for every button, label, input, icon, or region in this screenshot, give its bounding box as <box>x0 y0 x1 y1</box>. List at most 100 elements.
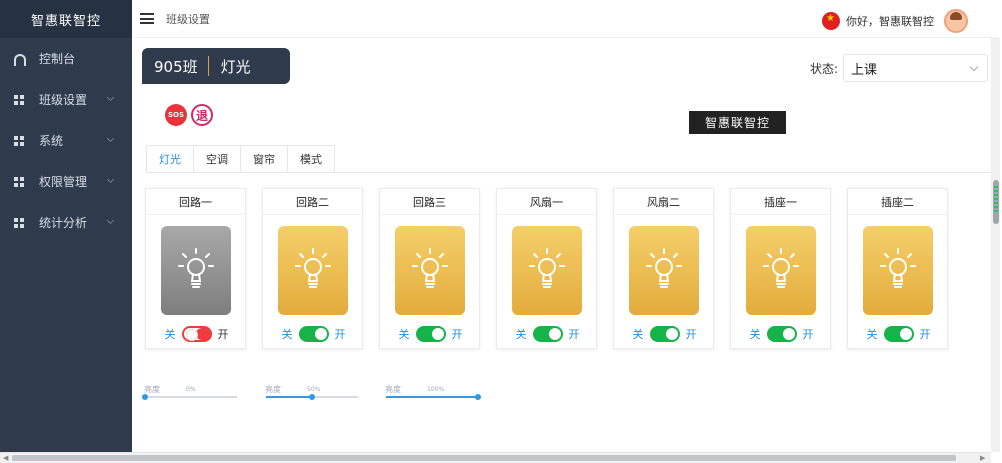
app-logo: 智惠联智控 <box>0 0 132 38</box>
switch-row: 关 开 <box>731 326 832 342</box>
device-card: 风扇二 关 开 <box>613 188 714 349</box>
chevron-down-icon <box>106 216 115 225</box>
switch-on-label: 开 <box>685 328 697 341</box>
switch-off-label: 关 <box>749 328 761 341</box>
switch-on-label: 开 <box>919 328 931 341</box>
grid-icon <box>14 176 26 188</box>
chevron-down-icon <box>106 93 115 102</box>
device-name: 回路一 <box>146 189 245 215</box>
tab-aircon[interactable]: 空调 <box>194 145 241 173</box>
lightbulb-icon[interactable] <box>746 226 816 315</box>
device-card: 回路二 关 开 <box>262 188 363 349</box>
power-switch[interactable] <box>298 326 329 342</box>
slider-track[interactable] <box>386 394 481 400</box>
switch-on-label: 开 <box>802 328 814 341</box>
chevron-down-icon <box>106 134 115 143</box>
sidebar-item-permissions[interactable]: 权限管理 <box>0 161 132 202</box>
status-select[interactable]: 上课 <box>843 54 988 82</box>
breadcrumb: 班级设置 <box>166 12 210 26</box>
slider-track[interactable] <box>142 394 237 400</box>
lightbulb-icon[interactable] <box>863 226 933 315</box>
power-switch[interactable] <box>181 326 212 342</box>
switch-on-label: 开 <box>334 328 346 341</box>
scrollbar-thumb[interactable] <box>993 180 999 224</box>
sidebar-item-label: 统计分析 <box>39 216 88 230</box>
switch-row: 关 开 <box>380 326 481 342</box>
switch-row: 关 开 <box>848 326 949 342</box>
tab-lights[interactable]: 灯光 <box>146 145 194 173</box>
tab-curtains[interactable]: 窗帘 <box>241 145 288 173</box>
user-info[interactable]: 你好，智惠联智控 <box>822 9 968 33</box>
device-name: 插座一 <box>731 189 830 215</box>
switch-on-label: 开 <box>451 328 463 341</box>
sidebar-item-class-settings[interactable]: 班级设置 <box>0 79 132 120</box>
switch-off-label: 关 <box>866 328 878 341</box>
slider-fill <box>386 396 478 398</box>
vertical-scrollbar[interactable] <box>991 38 1000 452</box>
switch-off-label: 关 <box>164 328 176 341</box>
switch-row: 关 开 <box>146 326 247 342</box>
status-label: 状态: <box>810 62 839 76</box>
device-card: 插座一 关 开 <box>730 188 831 349</box>
room-tag: 905班 灯光 <box>142 48 290 84</box>
slider-track[interactable] <box>266 394 358 400</box>
sos-button[interactable]: SOS <box>165 104 187 126</box>
horizontal-scrollbar[interactable]: ◀ ▶ <box>0 452 991 463</box>
scroll-left-icon[interactable]: ◀ <box>3 454 8 462</box>
device-cards: 回路一 关 开 回路二 关 开 回路三 关 开 风扇一 关 开 风扇二 关 开 … <box>145 188 995 349</box>
power-switch[interactable] <box>532 326 563 342</box>
sidebar-item-system[interactable]: 系统 <box>0 120 132 161</box>
tooltip: 智惠联智控 <box>689 111 786 134</box>
sidebar: 智惠联智控 控制台 班级设置 系统 权限管理 统计分析 <box>0 0 132 452</box>
slider-handle[interactable] <box>309 394 315 400</box>
switch-off-label: 关 <box>515 328 527 341</box>
sidebar-item-label: 权限管理 <box>39 175 88 189</box>
grid-icon <box>14 217 26 229</box>
power-switch[interactable] <box>883 326 914 342</box>
tab-modes[interactable]: 模式 <box>288 145 335 173</box>
lightbulb-icon[interactable] <box>395 226 465 315</box>
switch-off-label: 关 <box>281 328 293 341</box>
menu-toggle-icon[interactable] <box>140 13 154 24</box>
slider-label: 亮度 <box>385 385 401 394</box>
slider-handle[interactable] <box>475 394 481 400</box>
switch-on-label: 开 <box>568 328 580 341</box>
power-switch[interactable] <box>415 326 446 342</box>
lightbulb-icon[interactable] <box>161 226 231 315</box>
slider-label: 亮度 <box>265 385 281 394</box>
power-switch[interactable] <box>649 326 680 342</box>
device-card: 风扇一 关 开 <box>496 188 597 349</box>
tab-bar: 灯光 空调 窗帘 模式 <box>146 145 335 173</box>
device-name: 插座二 <box>848 189 947 215</box>
avatar[interactable] <box>944 9 968 33</box>
slider-handle[interactable] <box>142 394 148 400</box>
grid-icon <box>14 135 26 147</box>
lightbulb-icon[interactable] <box>278 226 348 315</box>
lightbulb-icon[interactable] <box>629 226 699 315</box>
switch-off-label: 关 <box>398 328 410 341</box>
exit-button[interactable]: 退 <box>191 104 213 126</box>
sidebar-item-label: 班级设置 <box>39 93 88 107</box>
dashboard-icon <box>14 53 26 66</box>
sidebar-item-label: 控制台 <box>39 52 76 66</box>
power-switch[interactable] <box>766 326 797 342</box>
sidebar-item-statistics[interactable]: 统计分析 <box>0 202 132 243</box>
brightness-slider[interactable]: 亮度 100% <box>385 384 481 404</box>
slider-fill <box>266 396 312 398</box>
sidebar-item-label: 系统 <box>39 134 64 148</box>
user-greeting: 你好，智惠联智控 <box>846 15 934 28</box>
sidebar-item-dashboard[interactable]: 控制台 <box>0 38 132 79</box>
brightness-slider[interactable]: 亮度 50% <box>265 384 360 404</box>
class-name: 905班 <box>154 57 198 76</box>
slider-value: 0% <box>186 386 196 393</box>
brightness-slider[interactable]: 亮度 0% <box>142 384 239 404</box>
scroll-right-icon[interactable]: ▶ <box>980 454 985 462</box>
switch-off-label: 关 <box>632 328 644 341</box>
slider-value: 100% <box>427 386 445 393</box>
device-name: 回路二 <box>263 189 362 215</box>
switch-on-label: 开 <box>217 328 229 341</box>
device-name: 回路三 <box>380 189 479 215</box>
scrollbar-thumb[interactable] <box>12 455 956 461</box>
china-flag-icon <box>822 12 840 30</box>
lightbulb-icon[interactable] <box>512 226 582 315</box>
